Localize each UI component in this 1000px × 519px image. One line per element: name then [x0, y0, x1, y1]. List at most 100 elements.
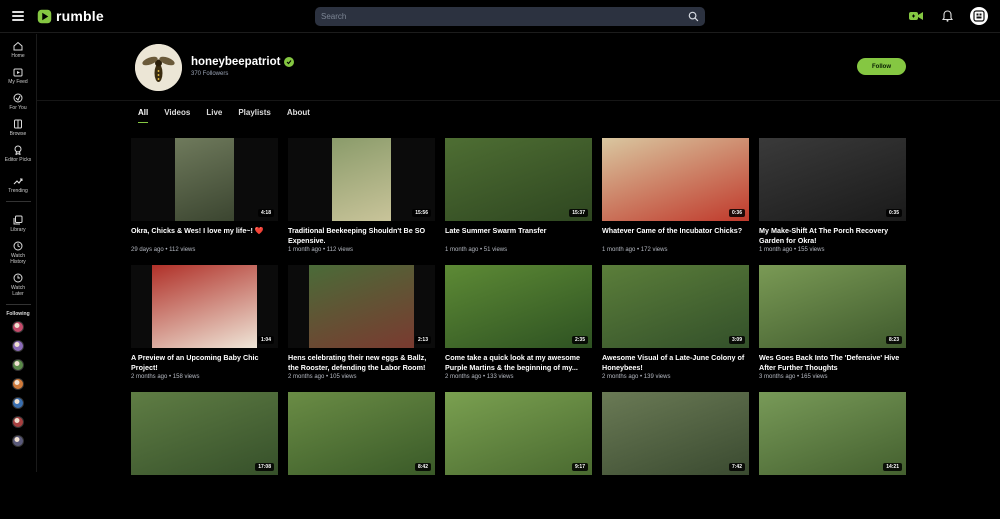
thumbnail-image	[308, 265, 415, 348]
sidebar-item-editor-picks[interactable]: Editor Picks	[0, 138, 36, 169]
sidebar-item-watch-history[interactable]: Watch History	[0, 234, 36, 266]
following-heading: Following	[6, 311, 30, 317]
video-thumbnail[interactable]: 9:17	[445, 392, 592, 475]
video-card[interactable]: 8:23 Wes Goes Back Into The 'Defensive' H…	[759, 265, 906, 392]
video-thumbnail[interactable]: 0:35	[759, 138, 906, 221]
video-title[interactable]	[445, 480, 592, 499]
video-title[interactable]: A Preview of an Upcoming Baby Chic Proje…	[131, 353, 278, 372]
rumble-logo[interactable]: rumble	[37, 8, 104, 24]
following-avatar[interactable]	[12, 416, 24, 428]
video-card[interactable]: 7:42	[602, 392, 749, 519]
video-thumbnail[interactable]: 15:56	[288, 138, 435, 221]
video-thumbnail[interactable]: 2:35	[445, 265, 592, 348]
video-thumbnail[interactable]: 7:42	[602, 392, 749, 475]
channel-name[interactable]: honeybeepatriot	[191, 56, 295, 68]
video-duration: 2:35	[571, 336, 588, 344]
video-title[interactable]: Okra, Chicks & Wes! I love my life~! ❤️	[131, 226, 278, 245]
brand-name: rumble	[56, 8, 104, 24]
video-title[interactable]: Awesome Visual of a Late-June Colony of …	[602, 353, 749, 372]
trending-icon	[13, 178, 23, 185]
video-card[interactable]: 0:35 My Make-Shift At The Porch Recovery …	[759, 138, 906, 265]
video-card[interactable]: 1:04 A Preview of an Upcoming Baby Chic P…	[131, 265, 278, 392]
follower-count: 370 Followers	[191, 71, 229, 77]
video-title[interactable]	[288, 480, 435, 499]
following-avatar[interactable]	[12, 397, 24, 409]
editor-picks-icon	[14, 145, 22, 155]
video-thumbnail[interactable]: 3:09	[602, 265, 749, 348]
upload-camera-icon[interactable]	[908, 8, 924, 24]
search-icon[interactable]	[688, 11, 699, 22]
video-duration: 7:42	[728, 463, 745, 471]
video-title[interactable]	[602, 480, 749, 499]
video-thumbnail[interactable]: 2:13	[288, 265, 435, 348]
sidebar-item-trending[interactable]: Trending	[0, 169, 36, 195]
sidebar-item-label: Trending	[8, 188, 28, 194]
follow-button[interactable]: Follow	[857, 58, 906, 75]
sidebar-item-watch-later[interactable]: Watch Later	[0, 266, 36, 298]
video-card[interactable]: 3:09 Awesome Visual of a Late-June Colony…	[602, 265, 749, 392]
channel-avatar[interactable]	[135, 44, 182, 91]
video-title[interactable]: Traditional Beekeeping Shouldn't Be SO E…	[288, 226, 435, 245]
tab-playlists[interactable]: Playlists	[238, 108, 270, 123]
sidebar-item-home[interactable]: Home	[0, 34, 36, 60]
video-title[interactable]	[131, 480, 278, 499]
video-title[interactable]: My Make-Shift At The Porch Recovery Gard…	[759, 226, 906, 245]
tab-all[interactable]: All	[138, 108, 149, 123]
thumbnail-image	[445, 392, 592, 475]
video-card[interactable]: 15:56 Traditional Beekeeping Shouldn't Be…	[288, 138, 435, 265]
video-meta: 2 months ago • 105 views	[288, 374, 357, 380]
video-title[interactable]: Late Summer Swarm Transfer	[445, 226, 592, 245]
tab-live[interactable]: Live	[206, 108, 222, 123]
video-thumbnail[interactable]: 8:23	[759, 265, 906, 348]
sidebar: Home My Feed For You Browse Editor Picks…	[0, 34, 37, 472]
video-duration: 17:08	[255, 463, 274, 471]
video-card[interactable]: 14:21	[759, 392, 906, 519]
following-avatar[interactable]	[12, 321, 24, 333]
video-thumbnail[interactable]: 8:42	[288, 392, 435, 475]
header-divider	[37, 100, 1000, 101]
menu-icon[interactable]	[12, 11, 24, 21]
video-card[interactable]: 0:36 Whatever Came of the Incubator Chick…	[602, 138, 749, 265]
thumbnail-image	[602, 392, 749, 475]
following-avatar[interactable]	[12, 340, 24, 352]
video-card[interactable]: 2:13 Hens celebrating their new eggs & Ba…	[288, 265, 435, 392]
video-title[interactable]: Come take a quick look at my awesome Pur…	[445, 353, 592, 372]
sidebar-item-label: Editor Picks	[4, 157, 32, 163]
video-title[interactable]: Wes Goes Back Into The 'Defensive' Hive …	[759, 353, 906, 372]
video-thumbnail[interactable]: 17:08	[131, 392, 278, 475]
following-avatar[interactable]	[12, 378, 24, 390]
video-card[interactable]: 2:35 Come take a quick look at my awesome…	[445, 265, 592, 392]
sidebar-item-browse[interactable]: Browse	[0, 112, 36, 138]
tab-videos[interactable]: Videos	[164, 108, 190, 123]
video-title[interactable]: Hens celebrating their new eggs & Ballz,…	[288, 353, 435, 372]
tab-about[interactable]: About	[287, 108, 310, 123]
sidebar-item-my-feed[interactable]: My Feed	[0, 60, 36, 86]
video-card[interactable]: 9:17	[445, 392, 592, 519]
sidebar-divider	[5, 201, 31, 202]
bell-icon[interactable]	[939, 8, 955, 24]
video-thumbnail[interactable]: 1:04	[131, 265, 278, 348]
video-thumbnail[interactable]: 14:21	[759, 392, 906, 475]
following-avatar[interactable]	[12, 359, 24, 371]
video-card[interactable]: 15:37 Late Summer Swarm Transfer 1 month a…	[445, 138, 592, 265]
video-title[interactable]: Whatever Came of the Incubator Chicks?	[602, 226, 749, 245]
video-thumbnail[interactable]: 4:18	[131, 138, 278, 221]
video-card[interactable]: 8:42	[288, 392, 435, 519]
user-avatar-icon[interactable]	[970, 7, 988, 25]
for-you-icon	[13, 93, 23, 103]
video-thumbnail[interactable]: 15:37	[445, 138, 592, 221]
video-meta: 2 months ago • 158 views	[131, 374, 200, 380]
sidebar-item-label: Watch Later	[11, 285, 25, 297]
sidebar-item-library[interactable]: Library	[0, 208, 36, 234]
search-input[interactable]	[321, 9, 681, 24]
following-avatar[interactable]	[12, 435, 24, 447]
video-title[interactable]	[759, 480, 906, 499]
sidebar-item-for-you[interactable]: For You	[0, 86, 36, 112]
video-duration: 8:42	[414, 463, 431, 471]
home-icon	[13, 41, 23, 51]
video-card[interactable]: 4:18 Okra, Chicks & Wes! I love my life~!…	[131, 138, 278, 265]
video-duration: 15:56	[412, 209, 431, 217]
top-bar: rumble	[0, 0, 1000, 33]
video-card[interactable]: 17:08	[131, 392, 278, 519]
video-thumbnail[interactable]: 0:36	[602, 138, 749, 221]
